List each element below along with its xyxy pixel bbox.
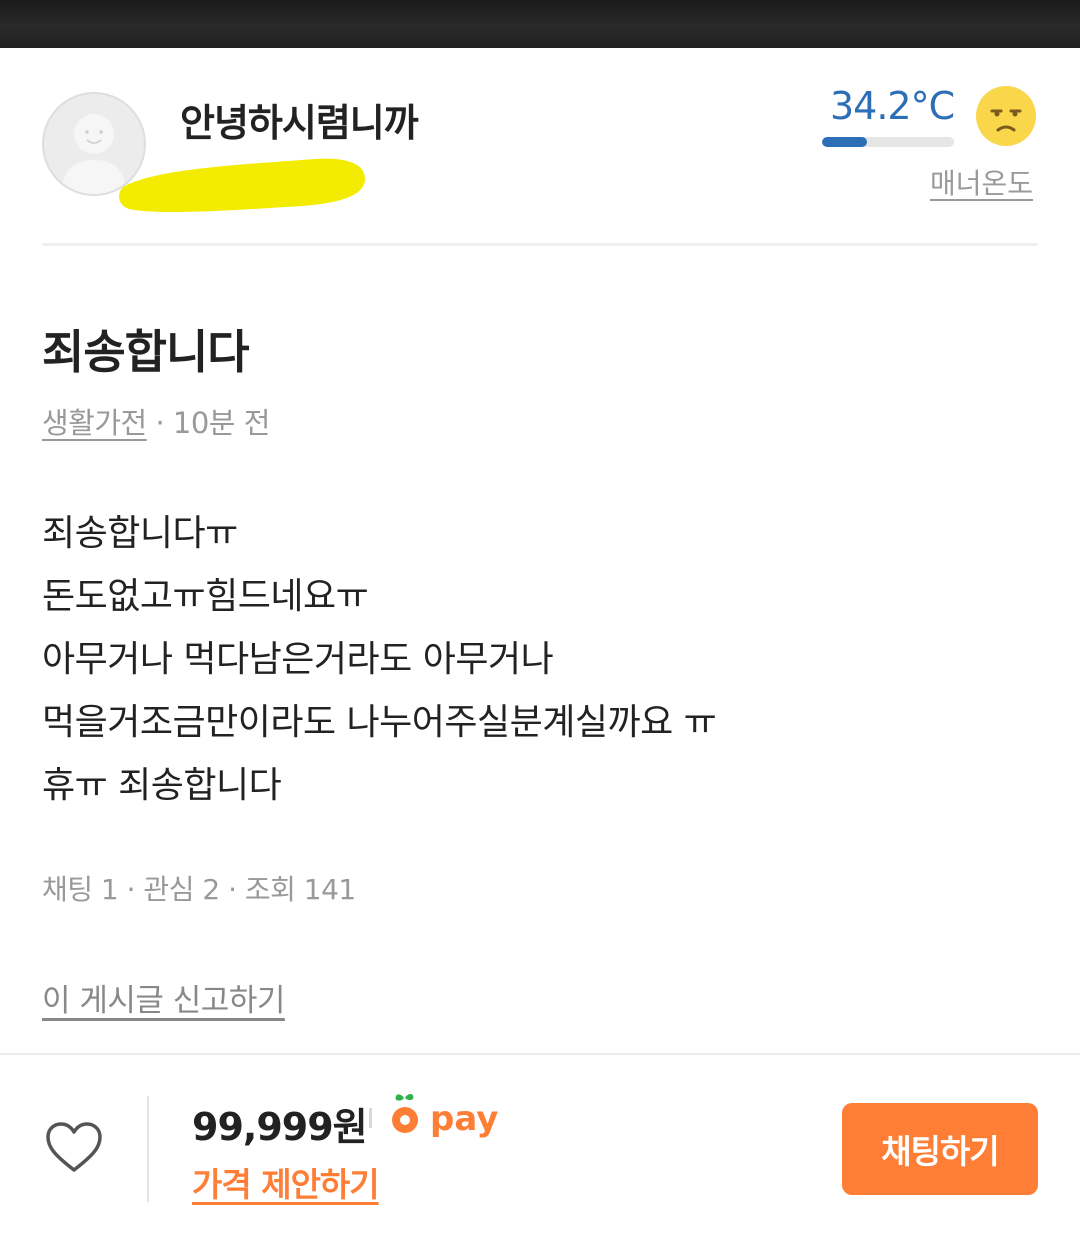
post-category-link[interactable]: 생활가전	[42, 406, 147, 440]
carrot-pay-logo: pay	[392, 1093, 498, 1139]
manner-temperature-link[interactable]: 매너온도	[930, 162, 1033, 202]
post-stats: 채팅 1 · 관심 2 · 조회 141	[42, 873, 356, 906]
post-time: · 10분 전	[146, 406, 270, 440]
post-meta: 생활가전 · 10분 전	[42, 400, 270, 442]
price-offer-link[interactable]: 가격 제안하기	[192, 1158, 380, 1206]
post-body-line: 죄송합니다ㅠ	[42, 513, 238, 554]
bottom-bar-separator	[147, 1096, 149, 1202]
chat-button[interactable]: 채팅하기	[842, 1103, 1038, 1195]
price: 99,999원	[192, 1105, 368, 1149]
report-post-link[interactable]: 이 게시글 신고하기	[42, 975, 285, 1020]
post-body-line: 휴ㅠ 죄송합니다	[42, 765, 282, 806]
bottom-bar-divider	[0, 1053, 1080, 1055]
redaction-marker-scribble	[119, 158, 366, 213]
post-title: 죄송합니다	[42, 325, 250, 379]
post-body-line: 먹을거조금만이라도 나누어주실분계실까요 ㅠ	[42, 702, 717, 743]
post-body: 죄송합니다ㅠ 돈도없고ㅠ힘드네요ㅠ 아무거나 먹다남은거라도 아무거나 먹을거조…	[42, 502, 717, 817]
post-body-line: 아무거나 먹다남은거라도 아무거나	[42, 639, 554, 680]
heart-outline-icon[interactable]	[44, 1118, 104, 1178]
price-pay-separator	[369, 1108, 372, 1128]
post-body-line: 돈도없고ㅠ힘드네요ㅠ	[42, 576, 369, 617]
pay-label: pay	[430, 1099, 498, 1139]
profile-divider	[42, 243, 1038, 246]
manner-temperature-bar-fill	[822, 137, 867, 147]
seller-nickname[interactable]: 안녕하시렴니까	[180, 92, 419, 147]
manner-temperature-value: 34.2°C	[830, 84, 955, 128]
top-photo-edge	[0, 0, 1080, 48]
manner-temperature-bar	[822, 137, 954, 147]
sad-face-icon	[976, 86, 1036, 146]
